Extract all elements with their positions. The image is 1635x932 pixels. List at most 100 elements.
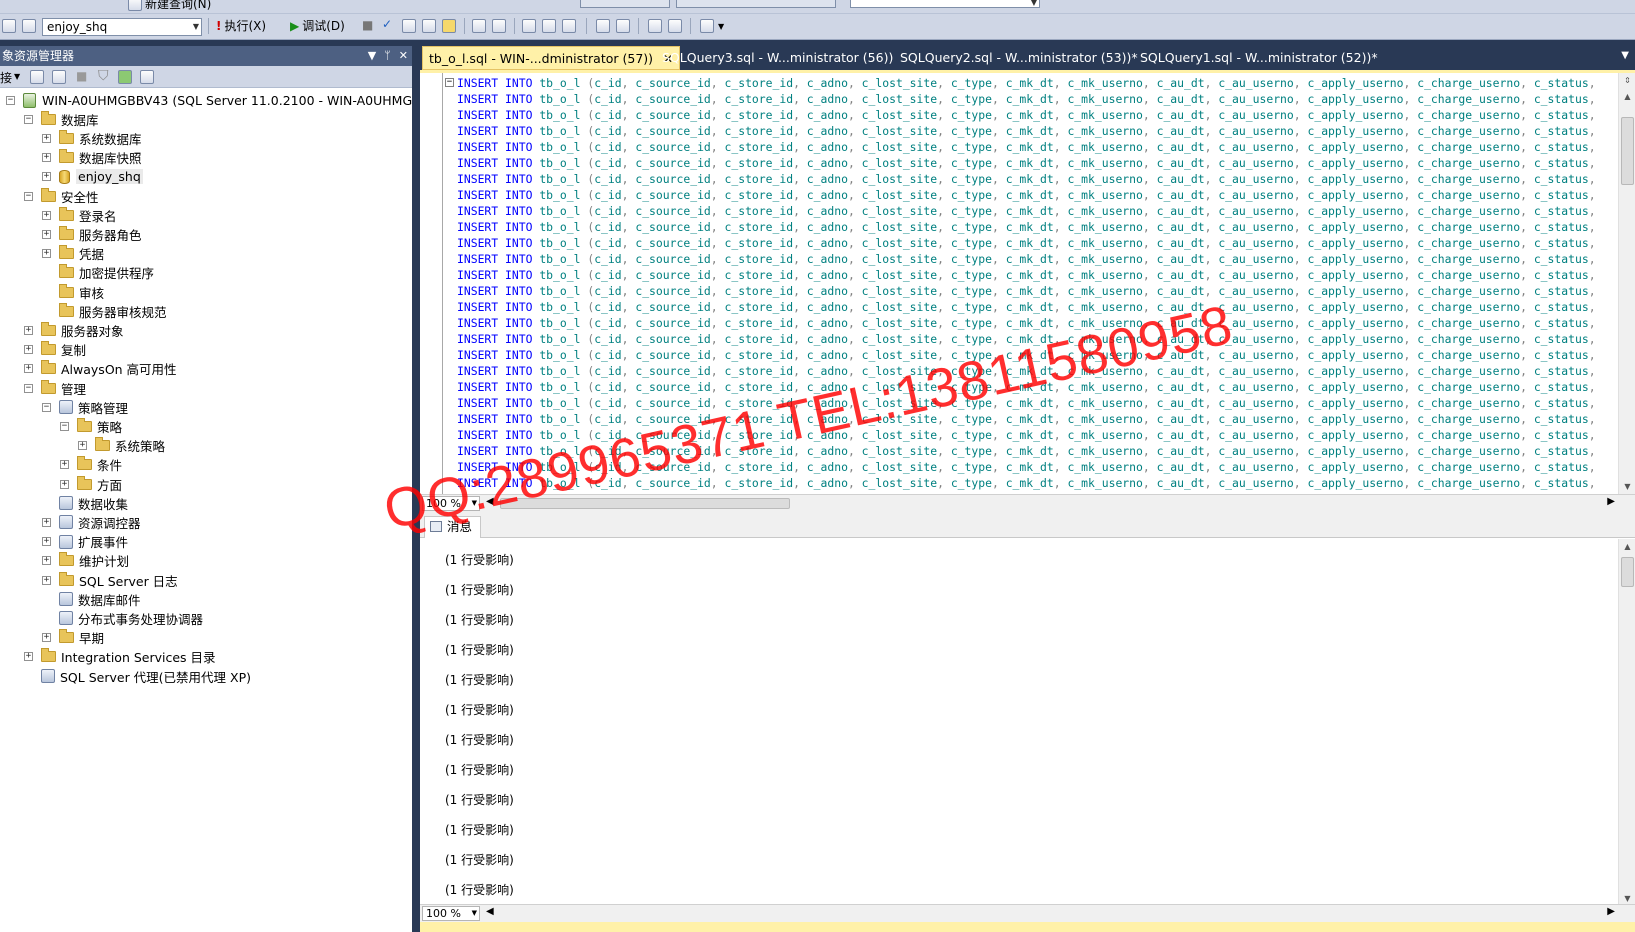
change-connection-icon[interactable]: [22, 19, 36, 33]
tree-node[interactable]: + 登录名: [42, 205, 117, 225]
stop-icon[interactable]: ■: [362, 18, 373, 32]
collapse-icon[interactable]: −: [60, 421, 69, 431]
toolbar-overflow-icon[interactable]: ▼: [718, 22, 724, 31]
document-tab[interactable]: SQLQuery2.sql - W...ministrator (53))*: [894, 46, 1144, 70]
database-combo[interactable]: enjoy_shq ▼: [42, 18, 202, 36]
activity-monitor-icon[interactable]: [140, 70, 154, 84]
tree-node[interactable]: 数据收集: [42, 493, 128, 513]
collapse-icon[interactable]: −: [24, 191, 33, 201]
execute-button[interactable]: ! 执行(X): [216, 17, 266, 34]
tree-node[interactable]: + 方面: [60, 474, 122, 494]
panel-splitter[interactable]: [412, 40, 420, 932]
refresh-icon[interactable]: [118, 70, 132, 84]
tree-node[interactable]: + Integration Services 目录: [24, 647, 216, 667]
tree-node[interactable]: + 服务器角色: [42, 224, 142, 244]
scroll-right-icon[interactable]: ▶: [1607, 906, 1615, 917]
tree-node[interactable]: + 凭据: [42, 244, 104, 264]
scroll-right-icon[interactable]: ▶: [1607, 496, 1615, 507]
scroll-up-icon[interactable]: ▲: [1620, 89, 1635, 104]
collapse-icon[interactable]: −: [42, 402, 51, 412]
editor-zoom-combo[interactable]: 100 % ▼: [422, 496, 480, 511]
expand-icon[interactable]: +: [42, 633, 51, 643]
editor-scroll-thumb[interactable]: [1621, 117, 1634, 185]
tab-list-icon[interactable]: ▼: [1621, 50, 1629, 61]
collapse-icon[interactable]: −: [24, 114, 33, 124]
display-plan-icon[interactable]: [402, 19, 416, 33]
expand-icon[interactable]: +: [42, 249, 51, 259]
comment-icon[interactable]: [596, 19, 610, 33]
tree-node[interactable]: − 数据库: [24, 109, 99, 129]
expand-icon[interactable]: +: [24, 325, 33, 335]
expand-icon[interactable]: +: [42, 575, 51, 585]
results-file-icon[interactable]: [562, 19, 576, 33]
solution-config-combo[interactable]: ▼: [850, 0, 1040, 8]
tree-node[interactable]: + 维护计划: [42, 551, 129, 571]
expand-icon[interactable]: +: [42, 517, 51, 527]
tree-node[interactable]: SQL Server 代理(已禁用代理 XP): [24, 666, 251, 686]
results-vertical-scrollbar[interactable]: ▲ ▼: [1618, 539, 1635, 910]
client-stats-icon[interactable]: [492, 19, 506, 33]
tree-node[interactable]: + SQL Server 日志: [42, 570, 178, 590]
tree-node[interactable]: + 资源调控器: [42, 512, 141, 532]
results-scroll-thumb[interactable]: [1621, 557, 1634, 587]
tree-node[interactable]: − 管理: [24, 378, 86, 398]
tree-node[interactable]: + 服务器对象: [24, 320, 124, 340]
dropdown-icon[interactable]: ▼: [368, 46, 376, 66]
expand-icon[interactable]: +: [42, 172, 51, 182]
disconnect-icon[interactable]: [52, 70, 66, 84]
collapse-icon[interactable]: −: [24, 383, 33, 393]
scroll-up-icon[interactable]: ▲: [1620, 539, 1635, 554]
tree-node[interactable]: + 条件: [60, 455, 122, 475]
expand-icon[interactable]: +: [78, 441, 87, 451]
expand-icon[interactable]: +: [42, 537, 51, 547]
expand-icon[interactable]: +: [24, 345, 33, 355]
tree-node[interactable]: + enjoy_shq: [42, 167, 143, 187]
connect-icon[interactable]: [2, 19, 16, 33]
expand-icon[interactable]: +: [42, 229, 51, 239]
stop-icon[interactable]: ■: [76, 69, 87, 83]
tree-node[interactable]: + 早期: [42, 628, 104, 648]
tree-node[interactable]: − 策略管理: [42, 397, 128, 417]
include-plan-icon[interactable]: [472, 19, 486, 33]
template-params-icon[interactable]: [700, 19, 714, 33]
editor-vertical-scrollbar[interactable]: ⇕ ▲ ▼: [1618, 73, 1635, 497]
tree-node[interactable]: + 扩展事件: [42, 532, 128, 552]
new-query-button[interactable]: 新建查询(N): [128, 0, 211, 12]
increase-indent-icon[interactable]: [668, 19, 682, 33]
tree-node[interactable]: − WIN-A0UHMGBBV43 (SQL Server 11.0.2100 -…: [6, 90, 453, 110]
tree-node[interactable]: + 数据库快照: [42, 148, 142, 168]
tree-node[interactable]: + 系统策略: [78, 436, 165, 456]
connect-dropdown[interactable]: 接: [0, 69, 12, 86]
query-designer-icon[interactable]: [422, 19, 436, 33]
filter-icon[interactable]: ⛉: [98, 68, 109, 84]
expand-icon[interactable]: +: [24, 652, 33, 662]
expand-icon[interactable]: +: [24, 364, 33, 374]
expand-icon[interactable]: +: [42, 210, 51, 220]
connect-chevron-icon[interactable]: ▼: [14, 72, 20, 81]
document-tab[interactable]: tb_o_l.sql - WIN-...dministrator (57)) ✕: [422, 46, 681, 70]
expand-icon[interactable]: +: [42, 133, 51, 143]
tree-node[interactable]: − 策略: [60, 416, 122, 436]
results-text-icon[interactable]: [522, 19, 536, 33]
tree-node[interactable]: 加密提供程序: [42, 263, 154, 283]
code-area[interactable]: INSERT INTO tb_o_l (c_id, c_source_id, c…: [457, 75, 1617, 497]
results-to-grid-icon[interactable]: [442, 19, 456, 33]
tree-node[interactable]: − 安全性: [24, 186, 99, 206]
expand-icon[interactable]: +: [60, 479, 69, 489]
collapse-icon[interactable]: −: [6, 95, 15, 105]
scroll-left-icon[interactable]: ◀: [486, 496, 494, 507]
editor-hscroll-thumb[interactable]: [500, 498, 790, 509]
expand-icon[interactable]: +: [42, 556, 51, 566]
document-tab[interactable]: SQLQuery3.sql - W...ministrator (56)): [656, 46, 899, 70]
expand-icon[interactable]: +: [60, 460, 69, 470]
document-tab[interactable]: SQLQuery1.sql - W...ministrator (52))*: [1134, 46, 1384, 70]
scroll-left-icon[interactable]: ◀: [486, 906, 494, 917]
scroll-down-icon[interactable]: ▼: [1620, 479, 1635, 494]
results-grid-icon[interactable]: [542, 19, 556, 33]
close-icon[interactable]: ✕: [399, 46, 408, 66]
tree-node[interactable]: 服务器审核规范: [42, 301, 167, 321]
expand-icon[interactable]: +: [42, 153, 51, 163]
split-icon[interactable]: ⇕: [1620, 73, 1635, 88]
config-combo[interactable]: [580, 0, 670, 8]
tree-node[interactable]: 审核: [42, 282, 104, 302]
